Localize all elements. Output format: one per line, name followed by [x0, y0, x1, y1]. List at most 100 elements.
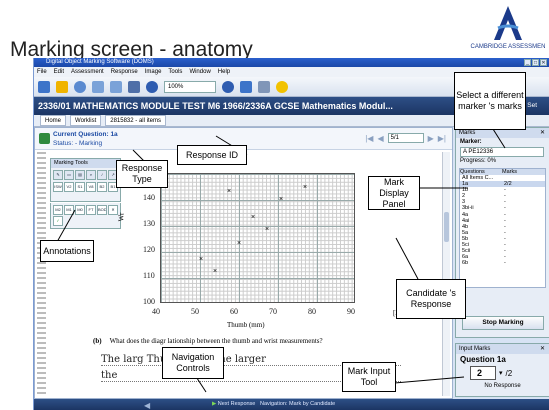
copy-icon[interactable] [128, 80, 140, 93]
stop-marking-button[interactable]: Stop Marking [462, 316, 544, 330]
marks-panel: Marks ✕ Marker: A PE12336 Progress: 0% Q… [455, 127, 549, 338]
stamp-m0[interactable]: M0 [75, 205, 85, 215]
last-response-icon[interactable]: ▶| [438, 134, 446, 143]
vertical-scrollbar[interactable] [442, 152, 450, 396]
close-input-panel-icon[interactable]: ✕ [540, 344, 545, 354]
annotation-icon[interactable] [74, 80, 86, 93]
users-icon[interactable] [92, 80, 104, 93]
mark-input[interactable]: 2 [470, 366, 496, 380]
row-question: 6b [462, 260, 469, 267]
question-part: (b) [93, 337, 102, 345]
x-tick: 40 [152, 307, 160, 316]
marking-tools: ✎ ▭ ▤ ⌕ / ↗ [51, 168, 120, 182]
stamp-m1[interactable]: M1 [64, 205, 74, 215]
no-response-label[interactable]: No Response [456, 383, 549, 389]
data-point: × [237, 240, 242, 247]
grid-icon[interactable] [258, 80, 270, 93]
status-value: - Marking [75, 140, 103, 147]
cambridge-logo: CAMBRIDGE ASSESSMEN [470, 4, 546, 56]
stamp-s1[interactable]: S1 [75, 182, 85, 192]
tab-worklist[interactable]: Worklist [70, 115, 102, 126]
callout-annotations: Annotations [40, 240, 94, 262]
stamp-v2[interactable]: V2 [64, 182, 74, 192]
stamp-v8[interactable]: V8 [86, 182, 96, 192]
highlight-tool-icon[interactable]: ▭ [64, 170, 74, 180]
menu-help[interactable]: Help [218, 67, 230, 77]
y-tick: 110 [143, 271, 155, 280]
marker-label: Marker: [460, 139, 482, 145]
stamp-b2[interactable]: B2 [97, 182, 107, 192]
note-tool-icon[interactable]: ▤ [75, 170, 85, 180]
warning-icon[interactable] [56, 80, 68, 93]
annotation-stamps-row2: M2 M1 M0 FT BOD ✕ ✓ [50, 203, 121, 229]
scrollbar-thumb[interactable] [444, 212, 449, 242]
status-label: Status: [53, 140, 74, 147]
mark-dropdown-icon[interactable]: ▾ [499, 369, 503, 377]
slide: Marking screen - anatomy CAMBRIDGE ASSES… [0, 0, 549, 410]
graph-x-label: Thumb (mm) [227, 321, 265, 329]
annotation-stamps: ISW V2 S1 V8 B2 B1 [51, 182, 120, 194]
navigation-mode[interactable]: Navigation: Mark by Candidate [260, 399, 335, 410]
marks-panel-title: Marks [459, 130, 476, 136]
progress-label: Progress: [460, 158, 486, 164]
close-window-button[interactable]: ✕ [540, 59, 547, 66]
stamp-ft[interactable]: FT [86, 205, 96, 215]
table-row[interactable]: 6b - [460, 260, 545, 266]
close-marks-panel-icon[interactable]: ✕ [540, 128, 545, 138]
maximize-button[interactable]: □ [532, 59, 539, 66]
minimize-button[interactable]: _ [524, 59, 531, 66]
marker-select[interactable]: A PE12336 [460, 147, 544, 157]
zoom-select[interactable]: 100% [164, 80, 216, 93]
menu-edit[interactable]: Edit [54, 67, 64, 77]
logo-text: CAMBRIDGE ASSESSMEN [470, 44, 546, 50]
x-tick: 70 [269, 307, 277, 316]
menu-window[interactable]: Window [189, 67, 210, 77]
pen-tool-icon[interactable]: ✎ [53, 170, 63, 180]
input-marks-title: Input Marks [459, 346, 491, 352]
callout-select-marker: Select a different marker 's marks [454, 72, 526, 130]
comment-icon[interactable] [240, 80, 252, 93]
menu-response[interactable]: Response [111, 67, 138, 77]
menu-file[interactable]: File [37, 67, 47, 77]
stamp-m2[interactable]: M2 [53, 205, 63, 215]
tick-stamp-icon[interactable]: ✓ [53, 216, 63, 226]
tab-home[interactable]: Home [40, 115, 67, 126]
mark-out-of: /2 [505, 368, 513, 378]
current-question-value: 1a [110, 131, 118, 138]
menu-image[interactable]: Image [145, 67, 162, 77]
back-arrow-icon[interactable]: ◀ [144, 400, 150, 410]
next-response-button[interactable]: ▶ Next Response [212, 399, 255, 410]
menu-tools[interactable]: Tools [168, 67, 182, 77]
callout-navigation: Navigation Controls [162, 347, 224, 379]
data-point: × [199, 256, 204, 263]
mail-icon[interactable] [38, 80, 50, 93]
data-point: × [279, 196, 284, 203]
response-select[interactable]: 5/1 [387, 133, 424, 143]
response-viewer: Current Question: 1a Status: - Marking |… [34, 127, 453, 399]
callout-response-id: Response ID [177, 145, 247, 165]
previous-response-icon[interactable]: ◀ [377, 134, 383, 143]
tab-response[interactable]: 2815832 - all items [105, 115, 166, 126]
next-response-icon[interactable]: ▶ [428, 134, 434, 143]
first-response-icon[interactable]: |◀ [365, 134, 373, 143]
zoom-in-icon[interactable] [222, 80, 234, 93]
group-icon[interactable] [110, 80, 122, 93]
line-tool-icon[interactable]: / [97, 170, 107, 180]
x-tick: 80 [308, 307, 316, 316]
status-bar: ◀ ▶ Next Response Navigation: Mark by Ca… [34, 399, 549, 410]
x-tick: 50 [191, 307, 199, 316]
help-icon[interactable] [276, 80, 288, 93]
menu-assessment[interactable]: Assessment [71, 67, 104, 77]
marking-tools-title: Marking Tools [51, 159, 120, 168]
data-point: × [213, 268, 218, 275]
stamp-isw[interactable]: ISW [53, 182, 63, 192]
zoom-out-icon[interactable] [146, 80, 158, 93]
input-question-label: Question 1a [460, 355, 506, 364]
y-tick: 140 [143, 193, 155, 202]
data-point: × [303, 184, 308, 191]
zoom-tool-icon[interactable]: ⌕ [86, 170, 96, 180]
page-strip [37, 152, 46, 395]
y-tick: 100 [143, 297, 155, 306]
stamp-bod[interactable]: BOD [97, 205, 107, 215]
callout-mark-input: Mark Input Tool [342, 362, 396, 392]
